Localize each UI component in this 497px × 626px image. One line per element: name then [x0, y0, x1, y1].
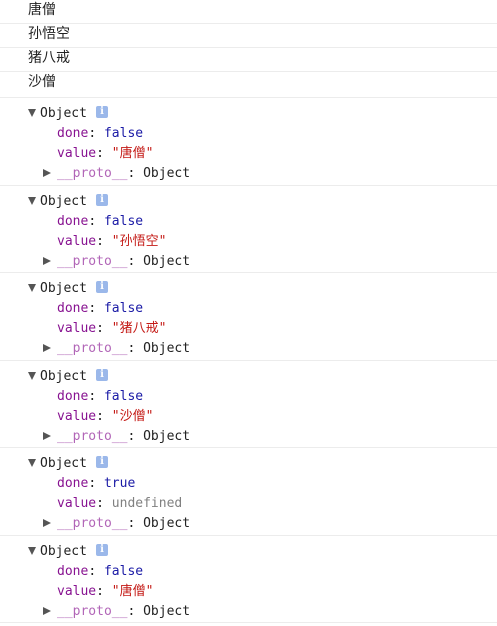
property-key: __proto__ [57, 429, 128, 444]
console-log-row: 猪八戒 [0, 48, 497, 72]
triangle-right-icon[interactable] [43, 518, 51, 527]
log-text: 沙僧 [28, 74, 56, 90]
object-label: Object [40, 369, 87, 384]
triangle-right-icon[interactable] [43, 606, 51, 615]
property-value: false [103, 126, 144, 141]
object-label: Object [40, 544, 87, 559]
object-header[interactable]: Object i [0, 279, 497, 299]
triangle-down-icon[interactable] [28, 283, 36, 292]
property-value: false [103, 564, 144, 579]
object-label: Object [40, 456, 87, 471]
console-object-row: Object i done: false value: "唐僧" __proto_… [0, 98, 497, 186]
console-log-row: 沙僧 [0, 72, 497, 98]
value-property: value: "唐僧" [57, 146, 154, 161]
triangle-down-icon[interactable] [28, 108, 36, 117]
console-object-row: Object i done: true value: undefined __pr… [0, 448, 497, 536]
property-value: true [103, 476, 136, 491]
proto-property[interactable]: __proto__: Object [0, 514, 497, 534]
property-value: "唐僧" [111, 146, 154, 161]
console-object-row: Object i done: false value: "猪八戒" __proto… [0, 273, 497, 361]
property-key: value [57, 409, 97, 424]
done-property: done: false [57, 214, 144, 229]
proto-property[interactable]: __proto__: Object [0, 339, 497, 359]
log-text: 猪八戒 [28, 50, 70, 66]
triangle-right-icon[interactable] [43, 256, 51, 265]
info-icon[interactable]: i [95, 105, 108, 118]
property-key: done [57, 214, 89, 229]
property-key: __proto__ [57, 166, 128, 181]
info-icon[interactable]: i [95, 368, 108, 381]
property-value: Object [143, 516, 191, 531]
console-object-row: Object i done: false value: "孙悟空" __proto… [0, 186, 497, 273]
property-key: done [57, 126, 89, 141]
proto-property[interactable]: __proto__: Object [0, 427, 497, 447]
property-key: value [57, 146, 97, 161]
proto-property[interactable]: __proto__: Object [0, 602, 497, 622]
log-text: 唐僧 [28, 2, 56, 18]
console-log-row: 孙悟空 [0, 24, 497, 48]
object-header[interactable]: Object i [0, 192, 497, 212]
object-header[interactable]: Object i [0, 542, 497, 562]
object-label: Object [40, 106, 87, 121]
property-value: "沙僧" [111, 409, 154, 424]
value-property: value: "猪八戒" [57, 321, 167, 336]
property-value: false [103, 301, 144, 316]
property-value: undefined [111, 496, 183, 511]
done-property: done: false [57, 126, 144, 141]
property-key: __proto__ [57, 341, 128, 356]
info-icon[interactable]: i [95, 543, 108, 556]
property-value: Object [143, 429, 191, 444]
property-value: Object [143, 166, 191, 181]
console-output: 唐僧 孙悟空 猪八戒 沙僧 Object i done: false value:… [0, 0, 497, 623]
log-text: 孙悟空 [28, 26, 70, 42]
proto-property[interactable]: __proto__: Object [0, 164, 497, 184]
console-log-row: 唐僧 [0, 0, 497, 24]
property-key: value [57, 496, 97, 511]
triangle-down-icon[interactable] [28, 371, 36, 380]
property-key: __proto__ [57, 604, 128, 619]
done-property: done: false [57, 301, 144, 316]
property-key: value [57, 234, 97, 249]
done-property: done: true [57, 476, 136, 491]
property-value: "唐僧" [111, 584, 154, 599]
property-key: value [57, 321, 97, 336]
proto-property[interactable]: __proto__: Object [0, 252, 497, 272]
value-property: value: "沙僧" [57, 409, 154, 424]
done-property: done: false [57, 389, 144, 404]
done-property: done: false [57, 564, 144, 579]
triangle-down-icon[interactable] [28, 196, 36, 205]
info-icon[interactable]: i [95, 280, 108, 293]
console-object-row: Object i done: false value: "唐僧" __proto_… [0, 536, 497, 623]
triangle-right-icon[interactable] [43, 343, 51, 352]
value-property: value: undefined [57, 496, 183, 511]
object-header[interactable]: Object i [0, 104, 497, 124]
property-value: Object [143, 254, 191, 269]
info-icon[interactable]: i [95, 193, 108, 206]
value-property: value: "唐僧" [57, 584, 154, 599]
property-key: __proto__ [57, 254, 128, 269]
property-key: __proto__ [57, 516, 128, 531]
property-value: Object [143, 341, 191, 356]
property-value: "孙悟空" [111, 234, 167, 249]
object-label: Object [40, 281, 87, 296]
info-icon[interactable]: i [95, 455, 108, 468]
value-property: value: "孙悟空" [57, 234, 167, 249]
property-key: value [57, 584, 97, 599]
property-key: done [57, 389, 89, 404]
object-header[interactable]: Object i [0, 367, 497, 387]
property-value: false [103, 389, 144, 404]
property-value: "猪八戒" [111, 321, 167, 336]
property-key: done [57, 564, 89, 579]
triangle-down-icon[interactable] [28, 458, 36, 467]
object-header[interactable]: Object i [0, 454, 497, 474]
property-key: done [57, 476, 89, 491]
object-label: Object [40, 194, 87, 209]
triangle-down-icon[interactable] [28, 546, 36, 555]
property-value: false [103, 214, 144, 229]
triangle-right-icon[interactable] [43, 168, 51, 177]
property-key: done [57, 301, 89, 316]
property-value: Object [143, 604, 191, 619]
triangle-right-icon[interactable] [43, 431, 51, 440]
console-object-row: Object i done: false value: "沙僧" __proto_… [0, 361, 497, 448]
